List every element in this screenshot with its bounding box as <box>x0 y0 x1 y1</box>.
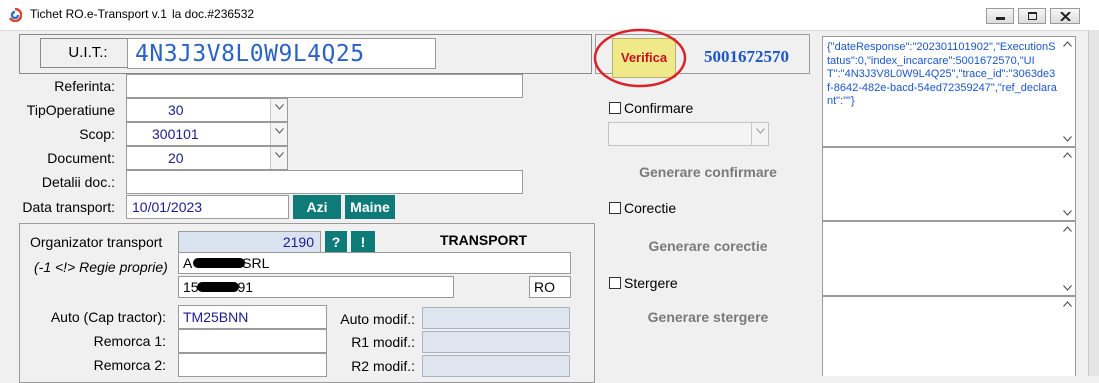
upload-index: 5001672570 <box>704 47 789 66</box>
corectie-response-panel[interactable] <box>822 221 1076 296</box>
detalii-label: Detalii doc.: <box>41 174 115 190</box>
title-bar: Tichet RO.e-Transport v.1 la doc.#236532 <box>0 0 1099 31</box>
regie-proprie-label: (-1 <!> Regie proprie) <box>34 259 168 275</box>
remorca1-input[interactable] <box>178 329 327 353</box>
referinta-input[interactable] <box>126 74 523 98</box>
scroll-up-icon[interactable] <box>1063 41 1072 47</box>
company-name-field[interactable]: A A SRL <box>178 252 571 274</box>
confirmare-select[interactable] <box>608 122 769 146</box>
document-label: Document: <box>47 150 115 166</box>
company-id-field[interactable]: 15 91 <box>178 276 454 298</box>
r1-modif-label: R1 modif.: <box>351 334 415 350</box>
r2-modif-label: R2 modif.: <box>351 358 415 374</box>
organizator-code-input[interactable]: 2190 <box>178 231 321 253</box>
restore-icon <box>1028 12 1037 20</box>
restore-button[interactable] <box>1018 8 1046 24</box>
generare-stergere-button[interactable]: Generare stergere <box>608 309 808 325</box>
r1-modif-input[interactable] <box>422 331 570 353</box>
scroll-down-icon[interactable] <box>1063 285 1072 291</box>
close-icon <box>1060 12 1071 21</box>
remorca1-label: Remorca 1: <box>93 333 166 349</box>
redaction-bar <box>193 258 245 268</box>
document-select[interactable]: 20 <box>126 146 288 170</box>
generare-confirmare-button[interactable]: Generare confirmare <box>608 164 808 180</box>
window-edge <box>1088 30 1099 376</box>
confirmare-label: Confirmare <box>624 100 694 116</box>
transport-group: Organizator transport 2190 ? ! TRANSPORT… <box>19 223 595 383</box>
highlight-ellipse <box>593 28 687 88</box>
auto-modif-input[interactable] <box>422 307 570 329</box>
data-transport-input[interactable]: 10/01/2023 <box>126 195 289 219</box>
app-icon <box>8 7 23 23</box>
scop-value: 300101 <box>152 126 199 142</box>
country-code: RO <box>534 279 555 295</box>
window-title: Tichet RO.e-Transport v.1 <box>30 7 167 21</box>
response-panel[interactable]: {"dateResponse":"202301101902","Executio… <box>822 36 1076 147</box>
stergere-checkbox[interactable] <box>609 277 621 289</box>
tip-operatiune-label: TipOperatiune <box>26 102 115 118</box>
detalii-input[interactable] <box>126 170 523 194</box>
corectie-label: Corectie <box>624 200 677 216</box>
scroll-up-icon[interactable] <box>1063 152 1072 158</box>
response-json: {"dateResponse":"202301101902","Executio… <box>827 41 1057 107</box>
organizator-label: Organizator transport <box>30 234 163 250</box>
auto-input[interactable]: TM25BNN <box>178 305 327 329</box>
scop-select[interactable]: 300101 <box>126 122 288 146</box>
organizator-code: 2190 <box>282 234 314 250</box>
auto-modif-label: Auto modif.: <box>340 311 415 327</box>
minimize-icon <box>996 17 1005 20</box>
uit-panel: U.I.T.: 4N3J3V8L0W9L4Q25 <box>19 34 592 74</box>
document-value: 20 <box>168 150 184 166</box>
scroll-down-icon[interactable] <box>1063 136 1072 142</box>
tip-operatiune-select[interactable]: 30 <box>126 98 288 122</box>
referinta-label: Referinta: <box>54 78 115 94</box>
stergere-response-panel[interactable] <box>822 296 1076 376</box>
scroll-down-icon[interactable] <box>1063 210 1072 216</box>
scroll-up-icon[interactable] <box>1063 301 1072 307</box>
confirmare-checkbox[interactable] <box>609 102 621 114</box>
data-transport-label: Data transport: <box>22 199 115 215</box>
uit-label: U.I.T.: <box>40 38 136 68</box>
close-button[interactable] <box>1050 8 1080 24</box>
today-button[interactable]: Azi <box>293 195 341 219</box>
info-button[interactable]: ! <box>351 231 375 253</box>
scop-label: Scop: <box>79 126 115 142</box>
remorca2-label: Remorca 2: <box>93 357 166 373</box>
search-button[interactable]: ? <box>325 231 347 253</box>
auto-value: TM25BNN <box>183 309 249 325</box>
uit-input[interactable]: 4N3J3V8L0W9L4Q25 <box>127 38 436 69</box>
chevron-down-icon[interactable] <box>751 123 768 145</box>
remorca2-input[interactable] <box>178 353 327 377</box>
r2-modif-input[interactable] <box>422 355 570 377</box>
minimize-button[interactable] <box>986 8 1014 24</box>
transport-heading: TRANSPORT <box>440 232 528 248</box>
tomorrow-button[interactable]: Maine <box>345 195 395 219</box>
generare-corectie-button[interactable]: Generare corectie <box>608 238 808 254</box>
chevron-down-icon[interactable] <box>270 123 287 145</box>
tip-operatiune-value: 30 <box>168 102 184 118</box>
chevron-down-icon[interactable] <box>270 147 287 169</box>
stergere-label: Stergere <box>624 275 678 291</box>
auto-label: Auto (Cap tractor): <box>50 309 166 325</box>
redaction-bar <box>197 282 239 292</box>
corectie-checkbox[interactable] <box>609 202 621 214</box>
country-field[interactable]: RO <box>529 276 571 298</box>
data-transport-value: 10/01/2023 <box>132 199 203 215</box>
scroll-up-icon[interactable] <box>1063 226 1072 232</box>
chevron-down-icon[interactable] <box>270 99 287 121</box>
document-number: la doc.#236532 <box>172 7 255 21</box>
confirmare-response-panel[interactable] <box>822 147 1076 221</box>
